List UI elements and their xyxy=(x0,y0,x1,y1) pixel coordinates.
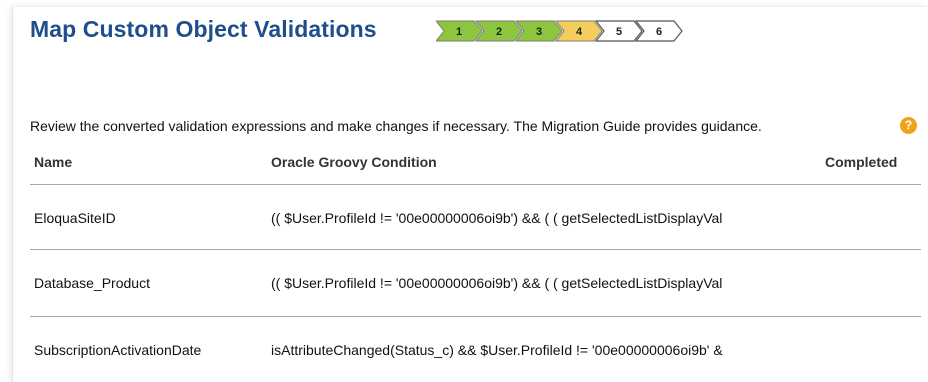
train-step-1[interactable]: 1 xyxy=(436,20,483,42)
train-step-2-label: 2 xyxy=(496,26,502,38)
train-step-5[interactable]: 5 xyxy=(594,20,643,42)
train-step-4[interactable]: 4 xyxy=(554,20,603,42)
row-name-cell: EloquaSiteID xyxy=(34,210,116,226)
column-header-completed[interactable]: Completed xyxy=(825,154,897,170)
train-step-6-label: 6 xyxy=(656,26,662,38)
row-divider xyxy=(30,316,921,317)
column-header-condition[interactable]: Oracle Groovy Condition xyxy=(271,154,437,170)
train-step-4-label: 4 xyxy=(576,26,583,38)
row-name-cell: SubscriptionActivationDate xyxy=(34,342,202,358)
train-step-5-label: 5 xyxy=(616,26,622,38)
row-condition-cell[interactable]: (( $User.ProfileId != '00e00000006oi9b')… xyxy=(271,210,826,226)
train-step-6[interactable]: 6 xyxy=(634,20,683,42)
train-step-3-label: 3 xyxy=(536,26,542,38)
page-title: Map Custom Object Validations xyxy=(30,16,377,42)
row-name-cell: Database_Product xyxy=(34,275,150,291)
row-divider xyxy=(30,249,921,250)
row-condition-cell[interactable]: (( $User.ProfileId != '00e00000006oi9b')… xyxy=(271,275,826,291)
step-train: 1 2 3 4 5 6 xyxy=(436,20,716,42)
header-divider xyxy=(30,184,921,185)
train-step-2[interactable]: 2 xyxy=(474,20,523,42)
train-step-1-label: 1 xyxy=(456,26,462,38)
row-condition-cell[interactable]: isAttributeChanged(Status_c) && $User.Pr… xyxy=(271,342,826,358)
train-step-3[interactable]: 3 xyxy=(514,20,563,42)
instructions-text: Review the converted validation expressi… xyxy=(30,118,762,134)
help-icon[interactable]: ? xyxy=(900,117,917,134)
column-header-name[interactable]: Name xyxy=(34,154,72,170)
content-panel xyxy=(12,6,927,382)
